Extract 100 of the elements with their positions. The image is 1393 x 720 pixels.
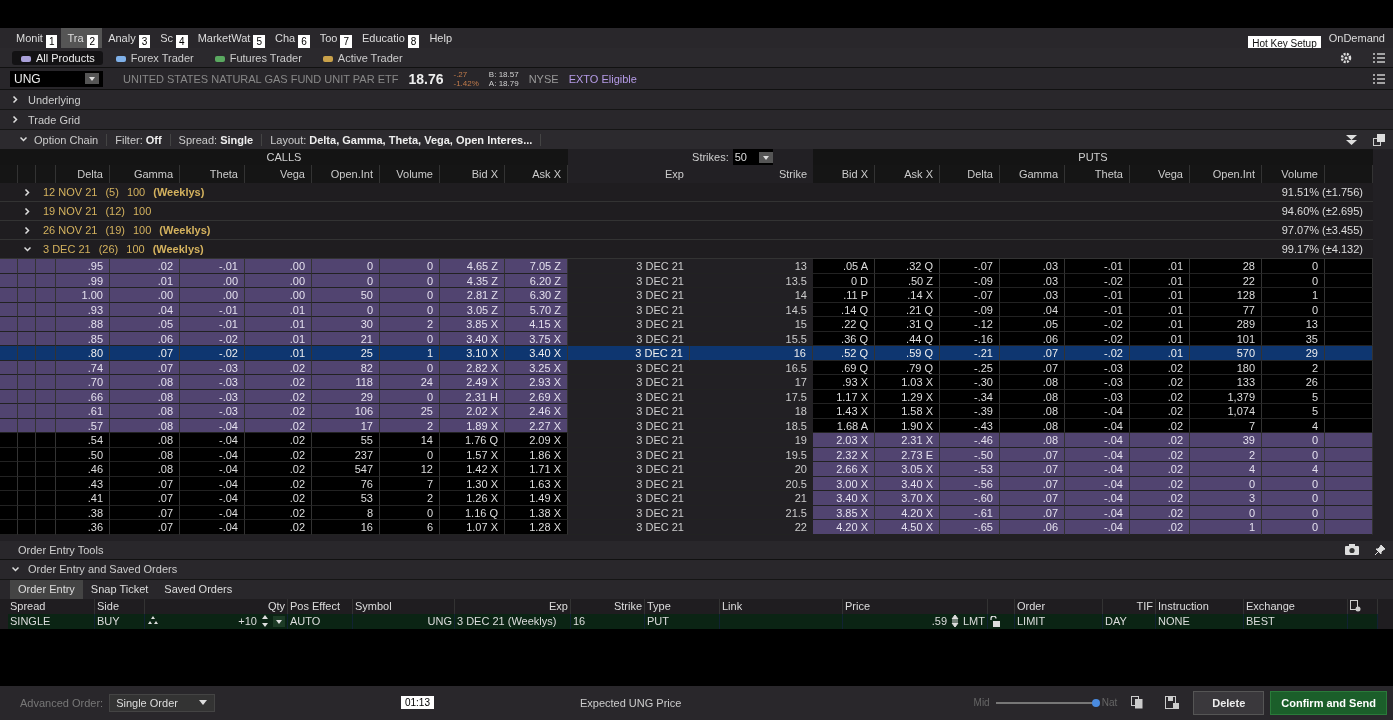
menu-tab[interactable]: Cha 6 (268, 28, 314, 48)
column-header[interactable]: Volume (380, 165, 440, 183)
copy-icon[interactable] (1131, 696, 1144, 710)
order-field[interactable]: PUT (645, 613, 720, 629)
column-header[interactable]: Bid X (813, 165, 875, 183)
table-cell (18, 375, 36, 390)
expected-price-label: Expected UNG Price (579, 696, 682, 709)
table-cell (36, 404, 56, 419)
field-label: Exp (455, 598, 571, 614)
column-header[interactable]: Theta (180, 165, 245, 183)
pin-icon[interactable] (1375, 544, 1385, 555)
table-cell: 2.66 X (813, 462, 875, 477)
quantity-field[interactable]: +10 (145, 613, 288, 629)
menu-tab[interactable]: Educatio 8 (356, 28, 424, 48)
column-header[interactable]: Gamma (110, 165, 180, 183)
column-header[interactable]: Ask X (505, 165, 568, 183)
order-tab[interactable]: Order Entry (10, 579, 83, 599)
ondemand-link[interactable]: OnDemand (1328, 32, 1385, 44)
expiration-row[interactable]: 12 NOV 21 (5) 100 (Weeklys) 91.51% (±1.756) (0, 183, 1373, 202)
table-cell: .08 (1000, 404, 1065, 419)
table-cell: 14 (380, 433, 440, 448)
spinner-icon[interactable] (261, 615, 269, 627)
save-icon[interactable] (1165, 696, 1180, 710)
table-cell: 0 (1262, 433, 1325, 448)
sub-tab[interactable]: Forex Trader (106, 50, 202, 65)
table-cell: 4.65 Z (440, 259, 505, 274)
caret-icon[interactable] (273, 615, 285, 627)
strikes-dropdown[interactable]: 50 (732, 149, 773, 165)
lock-toggle[interactable] (988, 613, 1015, 629)
sub-tab[interactable]: Futures Trader (205, 50, 310, 65)
menu-tab[interactable]: Too 7 (313, 28, 356, 48)
layout-dropdown[interactable]: Layout: Delta, Gamma, Theta, Vega, Open Interes... (262, 133, 542, 146)
collapse-icon[interactable] (1346, 134, 1357, 145)
table-cell: .54 (56, 433, 110, 448)
section-header[interactable]: Underlying (0, 90, 1393, 110)
table-cell: -.04 (1065, 462, 1130, 477)
camera-icon[interactable] (1345, 544, 1359, 555)
column-header[interactable]: Vega (245, 165, 312, 183)
menu-tab[interactable]: Analy 3 (102, 28, 155, 48)
price-field[interactable]: .59 LMT (843, 613, 988, 629)
order-field[interactable]: BUY (95, 613, 145, 629)
caret-icon[interactable] (759, 151, 773, 163)
menu-tab[interactable]: Monit 1 (10, 28, 62, 48)
menu-tab[interactable]: Sc 4 (154, 28, 192, 48)
order-field[interactable]: SINGLE (8, 613, 95, 629)
table-cell: .02 (245, 375, 312, 390)
menu-tab[interactable]: MarketWat 5 (191, 28, 269, 48)
order-field[interactable] (720, 613, 843, 629)
order-type-dropdown[interactable]: Single Order (109, 693, 215, 712)
section-header[interactable]: Order Entry and Saved Orders (0, 559, 1393, 580)
price-type[interactable]: LMT (963, 613, 985, 629)
column-header[interactable]: Bid X (440, 165, 505, 183)
menu-icon[interactable] (1373, 73, 1385, 84)
settings-icon[interactable] (1350, 600, 1361, 612)
column-header[interactable]: Gamma (1000, 165, 1065, 183)
option-chain-toggle[interactable]: Option Chain (12, 133, 108, 146)
spread-dropdown[interactable]: Spread: Single (170, 133, 263, 146)
puts-header: PUTS (813, 149, 1373, 165)
column-header[interactable]: Vega (1130, 165, 1190, 183)
order-tab[interactable]: Snap Ticket (82, 579, 157, 599)
order-field[interactable] (1348, 613, 1378, 629)
column-header[interactable]: Theta (1065, 165, 1130, 183)
expiration-row[interactable]: 26 NOV 21 (19) 100 (Weeklys) 97.07% (±3.455) (0, 221, 1373, 240)
chevron-icon (24, 207, 31, 215)
table-cell: -.01 (1065, 259, 1130, 274)
delete-button[interactable]: Delete (1193, 690, 1265, 715)
caret-icon[interactable] (197, 699, 208, 706)
column-header[interactable]: Open.Int (1190, 165, 1262, 183)
expiration-row[interactable]: 3 DEC 21 (26) 100 (Weeklys) 99.17% (±4.132) (0, 240, 1373, 259)
menu-icon[interactable] (1373, 52, 1385, 63)
section-header[interactable]: Trade Grid (0, 110, 1393, 130)
order-field[interactable]: NONE (1156, 613, 1244, 629)
order-field[interactable]: BEST (1244, 613, 1348, 629)
menu-tab[interactable]: Help (423, 28, 456, 48)
sub-tab[interactable]: All Products (12, 50, 103, 65)
column-header[interactable]: Open.Int (312, 165, 380, 183)
confirm-and-send-button[interactable]: Confirm and Send (1270, 690, 1387, 715)
filter-dropdown[interactable]: Filter: Off (107, 133, 171, 146)
menu-tab[interactable]: Tra 2 (61, 28, 103, 48)
column-header[interactable]: Volume (1262, 165, 1325, 183)
order-field[interactable]: LIMIT (1015, 613, 1103, 629)
order-tab[interactable]: Saved Orders (156, 579, 241, 599)
symbol-field[interactable]: UNG (10, 70, 103, 87)
spinner-icon[interactable] (951, 615, 959, 627)
table-cell: .02 (245, 433, 312, 448)
order-field[interactable]: 3 DEC 21 (Weeklys) (455, 613, 571, 629)
column-header[interactable]: Delta (940, 165, 1000, 183)
strategy-icon[interactable] (147, 616, 159, 626)
table-cell (36, 375, 56, 390)
column-header[interactable]: Delta (56, 165, 110, 183)
order-field[interactable]: AUTO (288, 613, 353, 629)
expiration-row[interactable]: 19 NOV 21 (12) 100 94.60% (±2.695) (0, 202, 1373, 221)
order-field[interactable]: DAY (1103, 613, 1156, 629)
popout-icon[interactable] (1373, 133, 1385, 146)
order-field[interactable]: UNG (353, 613, 455, 629)
settings-icon[interactable] (1339, 50, 1353, 65)
column-header[interactable]: Ask X (875, 165, 940, 183)
sub-tab[interactable]: Active Trader (313, 50, 411, 65)
order-field[interactable]: 16 (571, 613, 645, 629)
table-cell: 3.40 X (813, 491, 875, 506)
